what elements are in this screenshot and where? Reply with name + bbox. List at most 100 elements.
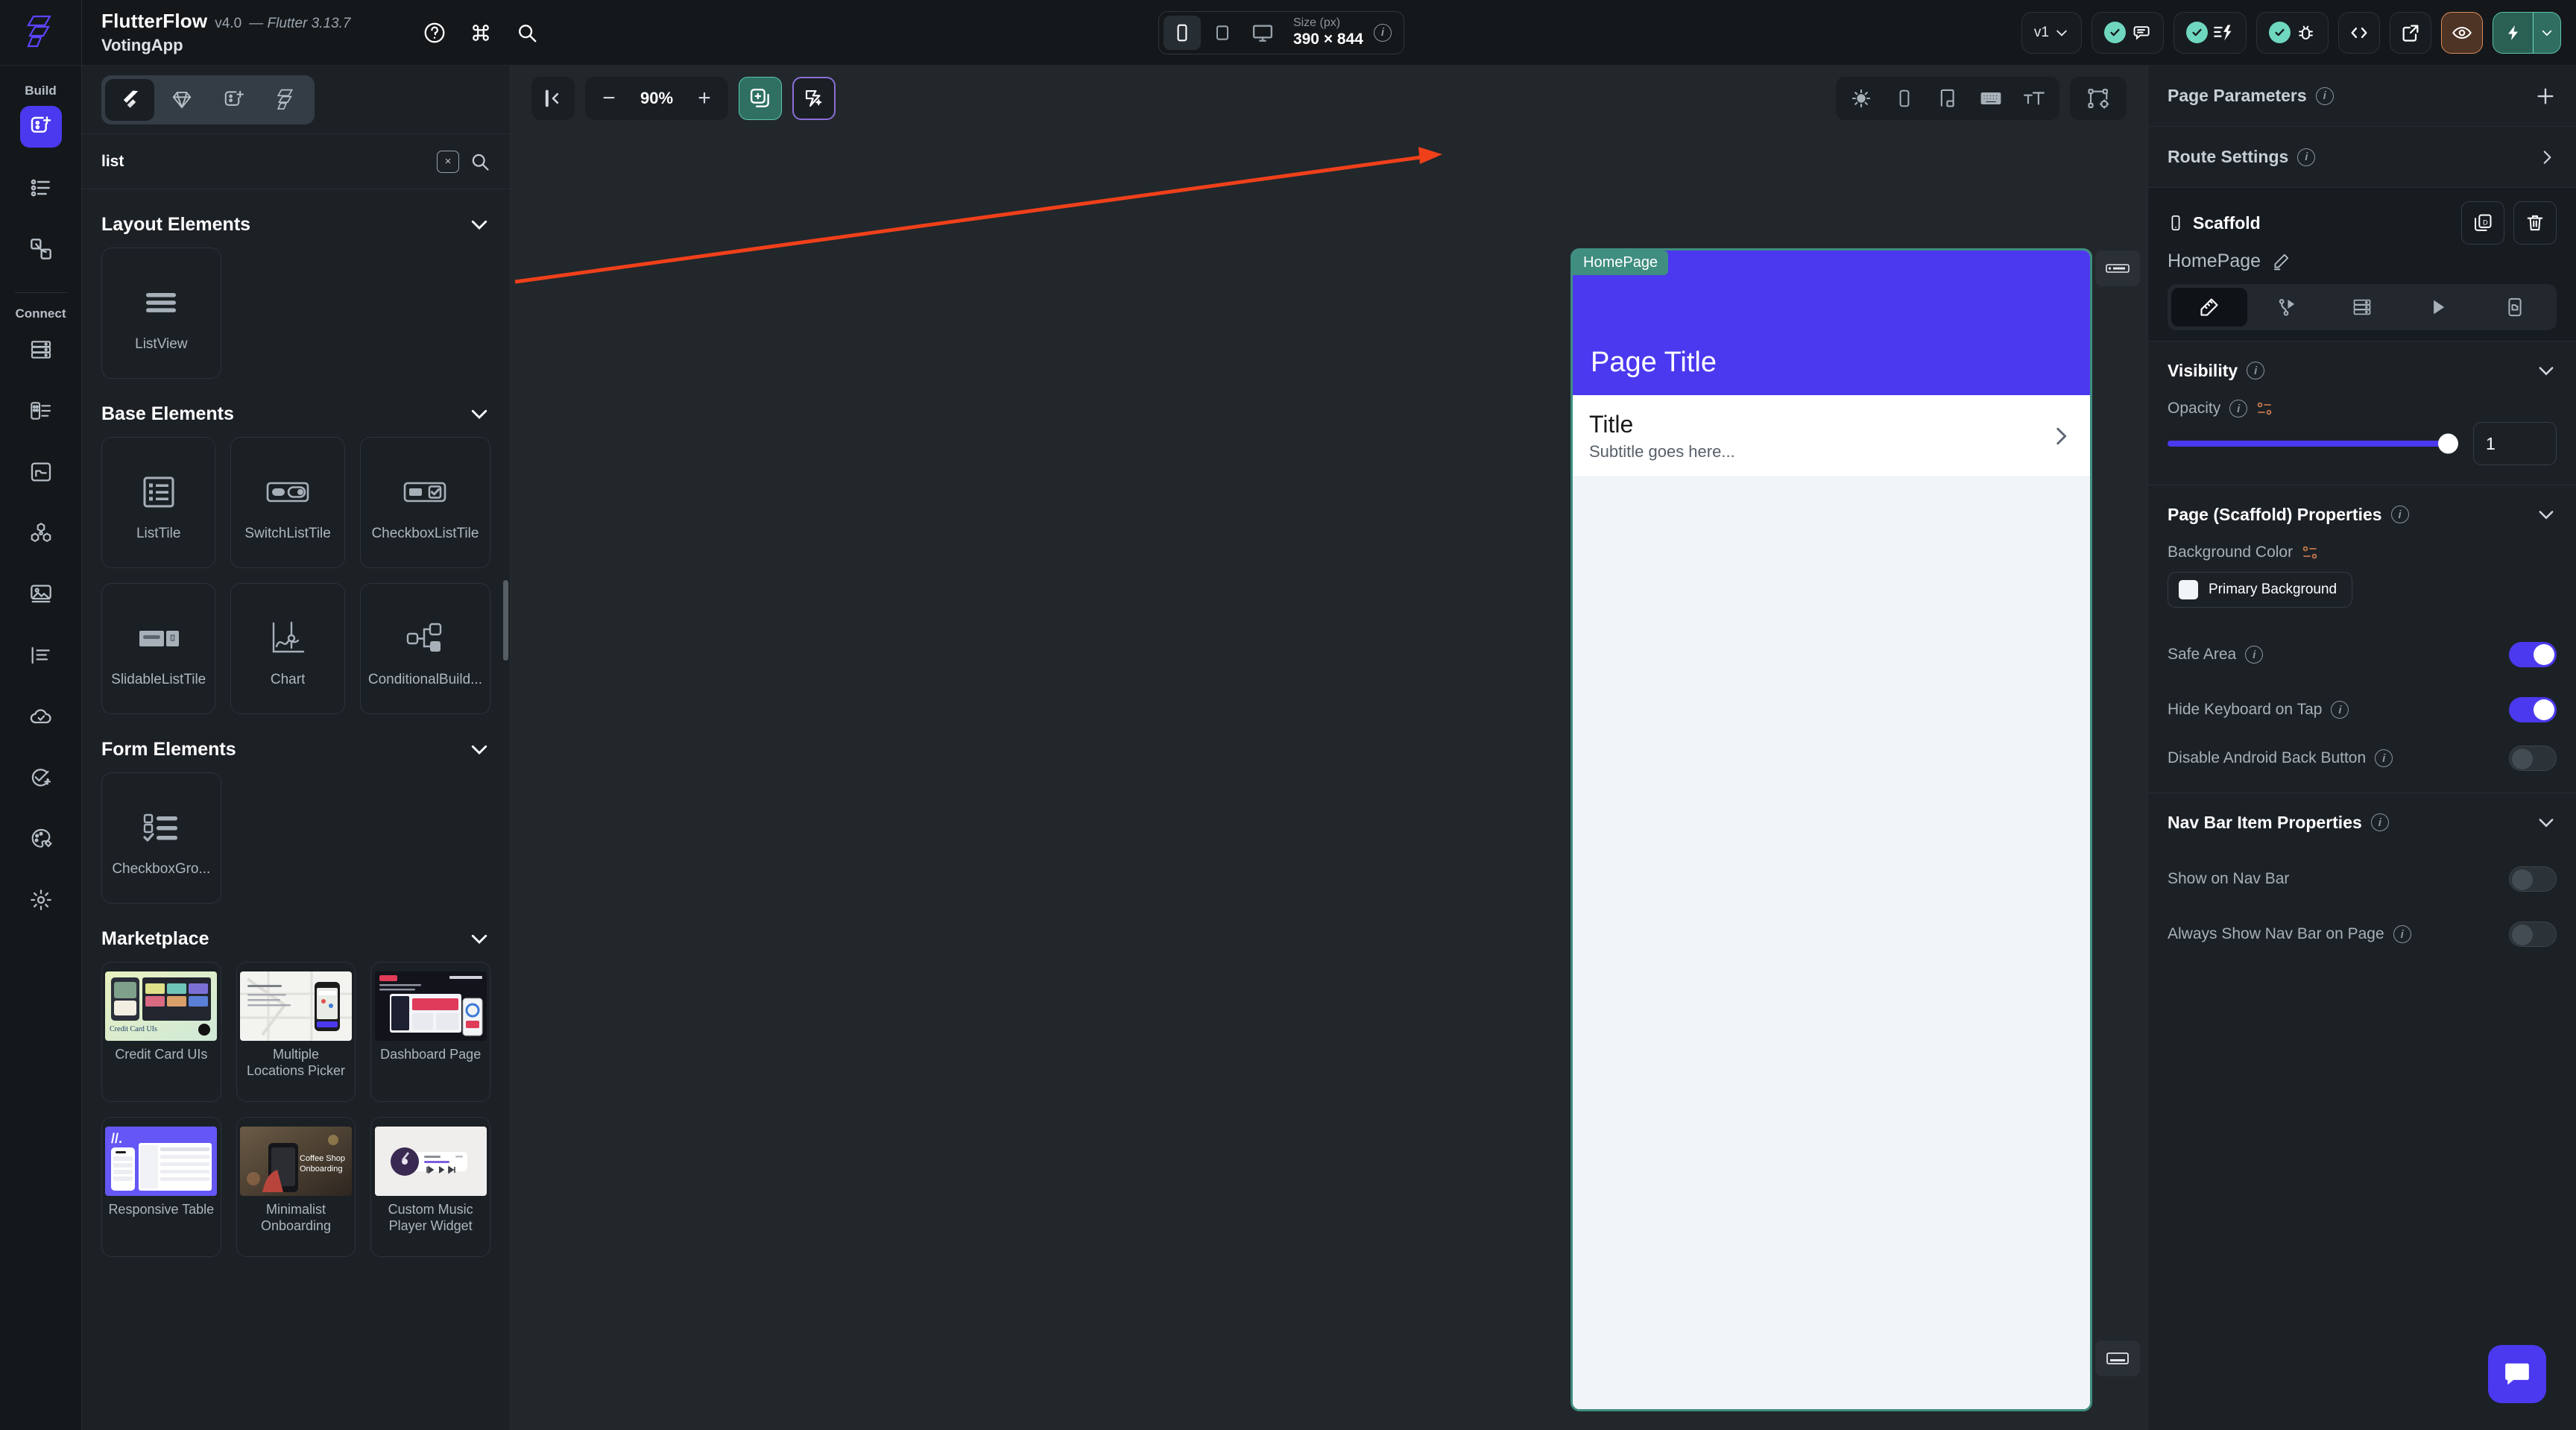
disable-back-button-toggle[interactable] [2509, 746, 2557, 771]
tab-premium-widgets[interactable] [157, 79, 206, 121]
run-dropdown-segment[interactable] [2534, 13, 2560, 53]
widget-list-scroll[interactable]: Layout Elements ListView Base Elements L… [82, 189, 510, 1430]
chevron-right-icon[interactable] [2537, 148, 2557, 167]
panel-scrollbar[interactable] [503, 580, 508, 661]
navbar-toggle-button[interactable] [2095, 1341, 2140, 1376]
sidebar-item-media-assets[interactable] [20, 573, 62, 615]
info-icon[interactable]: i [2393, 925, 2411, 943]
marketplace-card[interactable]: Credit Card UIs Credit Card UIs [101, 962, 221, 1102]
sidebar-item-settings[interactable] [20, 879, 62, 921]
section-header-base-elements[interactable]: Base Elements [101, 379, 490, 437]
add-widget-button[interactable] [739, 77, 782, 120]
always-show-nav-bar-toggle[interactable] [2509, 922, 2557, 947]
hide-keyboard-toggle[interactable] [2509, 697, 2557, 722]
tab-components[interactable] [209, 79, 259, 121]
appbar-toggle-button[interactable] [2095, 251, 2140, 286]
share-button[interactable] [2390, 11, 2431, 54]
marketplace-card[interactable]: //. Responsive Table [101, 1117, 221, 1257]
branch-selector-button[interactable]: v1 [2021, 11, 2082, 54]
preview-button[interactable] [2441, 11, 2483, 54]
preview-body[interactable] [1573, 477, 2090, 1409]
widget-card-conditionalbuilder[interactable]: ConditionalBuild... [359, 583, 490, 714]
marketplace-card[interactable]: Custom Music Player Widget [370, 1117, 490, 1257]
widget-card-checkboxgroup[interactable]: CheckboxGro... [101, 772, 221, 904]
help-circle-icon[interactable] [420, 19, 449, 47]
info-icon[interactable]: i [2229, 400, 2248, 418]
slider-knob[interactable] [2438, 433, 2458, 454]
chevron-down-icon[interactable] [468, 927, 490, 950]
widget-card-switchlisttile[interactable]: SwitchListTile [230, 437, 345, 568]
debug-button[interactable] [2256, 11, 2329, 54]
chevron-down-icon[interactable] [468, 403, 490, 425]
chevron-down-icon[interactable] [468, 213, 490, 236]
info-icon[interactable]: i [2297, 148, 2316, 166]
run-icon-segment[interactable] [2493, 12, 2533, 53]
sidebar-item-tests[interactable] [20, 757, 62, 799]
ai-generate-button[interactable] [792, 77, 836, 120]
sidebar-item-components[interactable] [20, 512, 62, 554]
route-settings-row[interactable]: Route Settings i [2148, 127, 2576, 188]
info-icon[interactable]: i [2390, 505, 2409, 523]
keyboard-icon[interactable] [1970, 80, 2012, 117]
info-icon[interactable]: i [2370, 813, 2389, 831]
app-logo[interactable] [0, 0, 82, 65]
info-icon[interactable]: i [2247, 362, 2265, 379]
marketplace-card[interactable]: Dashboard Page [370, 962, 490, 1102]
set-from-variable-icon[interactable] [2256, 400, 2274, 417]
device-desktop-button[interactable] [1244, 16, 1281, 50]
chevron-down-icon[interactable] [2536, 504, 2557, 525]
zoom-out-button[interactable]: − [593, 81, 625, 116]
collapse-left-panel-button[interactable] [531, 77, 575, 120]
opacity-slider[interactable] [2168, 433, 2458, 454]
info-icon[interactable]: i [2245, 646, 2264, 664]
add-icon[interactable] [2534, 85, 2557, 107]
tab-backend[interactable] [2324, 288, 2400, 327]
info-icon[interactable]: i [2375, 749, 2393, 767]
safe-area-toggle[interactable] [2509, 642, 2557, 667]
comments-button[interactable] [2092, 11, 2164, 54]
info-icon[interactable]: i [2315, 86, 2334, 105]
tab-properties[interactable] [2171, 288, 2248, 327]
page-scaffold-header[interactable]: Page (Scaffold) Properties i [2168, 485, 2557, 544]
text-size-icon[interactable] [2013, 80, 2055, 117]
theme-mode-icon[interactable] [1840, 80, 1882, 117]
device-frame-icon[interactable] [1884, 80, 1925, 117]
sidebar-item-firestore[interactable] [20, 329, 62, 371]
marketplace-card[interactable]: Multiple Locations Picker [236, 962, 356, 1102]
chevron-down-icon[interactable] [2536, 812, 2557, 833]
sidebar-item-localization[interactable] [20, 634, 62, 676]
tab-animations[interactable] [2400, 288, 2476, 327]
command-icon[interactable] [467, 19, 495, 47]
show-on-nav-bar-toggle[interactable] [2509, 866, 2557, 892]
section-header-form-elements[interactable]: Form Elements [101, 714, 490, 772]
sidebar-item-deploy[interactable] [20, 696, 62, 737]
device-tablet-button[interactable] [1204, 16, 1241, 50]
sidebar-item-api-calls[interactable] [20, 451, 62, 493]
tab-flutter-widgets[interactable] [105, 78, 154, 121]
background-color-picker[interactable]: Primary Background [2168, 572, 2353, 608]
marketplace-card[interactable]: Coffee Shop Onboarding Minimalist Onboar… [236, 1117, 356, 1257]
phone-preview[interactable]: HomePage Page Title Title Subtitle goes … [1570, 248, 2092, 1411]
layout-settings-icon[interactable] [2077, 80, 2119, 117]
sidebar-item-widget-tree[interactable] [20, 167, 62, 209]
tab-device[interactable] [2477, 288, 2553, 327]
preview-list-tile[interactable]: Title Subtitle goes here... [1573, 395, 2090, 477]
opacity-value-input[interactable]: 1 [2473, 422, 2557, 465]
widget-card-checkboxlisttile[interactable]: CheckboxListTile [359, 437, 490, 568]
tab-actions[interactable] [2247, 288, 2323, 327]
sidebar-item-theme[interactable] [20, 818, 62, 860]
duplicate-button[interactable]: D [2461, 201, 2504, 245]
sidebar-item-widget-palette[interactable] [19, 106, 62, 148]
section-header-marketplace[interactable]: Marketplace [101, 904, 490, 962]
actions-button[interactable] [2174, 11, 2247, 54]
set-from-variable-icon[interactable] [2302, 544, 2320, 561]
widget-card-listview[interactable]: ListView [101, 248, 221, 379]
sidebar-item-page-selector[interactable] [20, 228, 62, 270]
visibility-header[interactable]: Visibility i [2168, 341, 2557, 400]
device-size-info-icon[interactable]: i [1373, 23, 1392, 42]
widget-card-chart[interactable]: Chart [230, 583, 345, 714]
chevron-down-icon[interactable] [2536, 360, 2557, 381]
widget-card-slidablelisttile[interactable]: SlidableListTile [101, 583, 216, 714]
delete-button[interactable] [2513, 201, 2557, 245]
chevron-down-icon[interactable] [468, 738, 490, 760]
